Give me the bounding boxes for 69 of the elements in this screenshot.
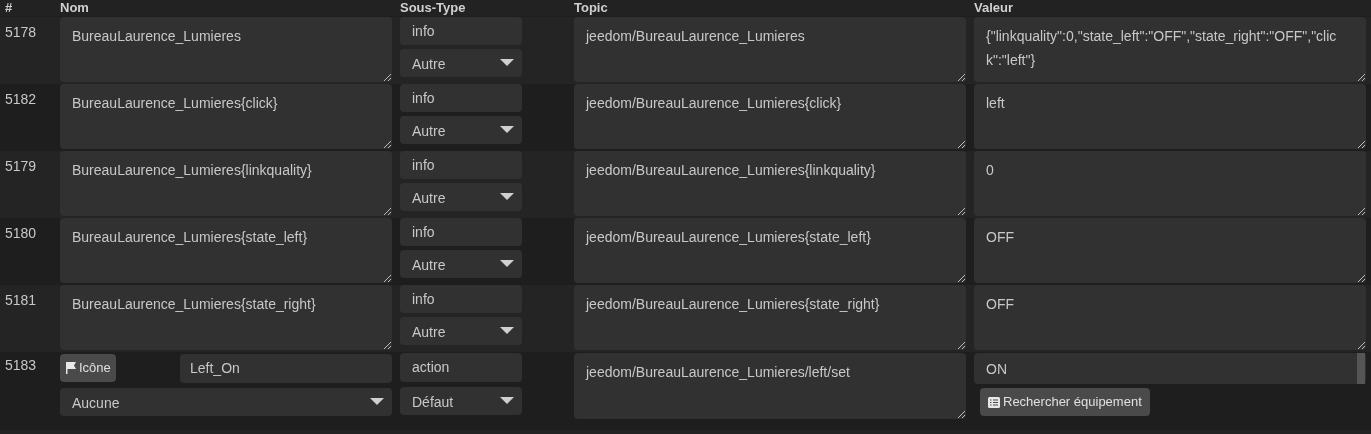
type-field[interactable]: info xyxy=(400,84,522,112)
topic-field[interactable]: jeedom/BureauLaurence_Lumieres{click} xyxy=(574,84,966,149)
resize-handle-icon[interactable] xyxy=(957,140,965,148)
topic-field[interactable]: jeedom/BureauLaurence_Lumieres{linkquality} xyxy=(574,151,966,216)
dropdown-select[interactable]: Autre xyxy=(400,49,522,77)
caret-icon xyxy=(500,126,514,134)
topic-field[interactable]: jeedom/BureauLaurence_Lumieres xyxy=(574,17,966,82)
dropdown-select[interactable]: Autre xyxy=(400,317,522,345)
row-id: 5183 xyxy=(4,356,38,375)
resize-handle-icon[interactable] xyxy=(383,140,391,148)
resize-handle-icon[interactable] xyxy=(383,274,391,282)
topic-field[interactable]: jeedom/BureauLaurence_Lumieres{state_left} xyxy=(574,218,966,283)
name-field[interactable]: Left_On xyxy=(180,354,392,383)
resize-handle-icon[interactable] xyxy=(1357,341,1365,349)
topic-field[interactable]: jeedom/BureauLaurence_Lumieres{state_right} xyxy=(574,285,966,350)
value-field[interactable]: left xyxy=(974,84,1366,149)
resize-handle-icon[interactable] xyxy=(957,274,965,282)
caret-icon xyxy=(500,260,514,268)
type-field[interactable]: info xyxy=(400,17,522,45)
icon-button[interactable]: Icône xyxy=(60,354,116,382)
dropdown-select[interactable]: Défaut xyxy=(400,387,522,415)
dropdown-select[interactable]: Autre xyxy=(400,183,522,211)
caret-icon xyxy=(500,59,514,67)
row-id: 5178 xyxy=(4,23,38,42)
row-id: 5180 xyxy=(4,224,38,243)
type-field[interactable]: info xyxy=(400,151,522,179)
dropdown-select[interactable]: Autre xyxy=(400,116,522,144)
name-field[interactable]: BureauLaurence_Lumieres xyxy=(60,17,392,82)
type-field[interactable]: action xyxy=(400,353,522,382)
name-field[interactable]: BureauLaurence_Lumieres{linkquality} xyxy=(60,151,392,216)
column-header: Topic xyxy=(574,0,609,16)
type-field[interactable]: info xyxy=(400,218,522,246)
topic-field[interactable]: jeedom/BureauLaurence_Lumieres/left/set xyxy=(574,353,966,419)
resize-handle-icon[interactable] xyxy=(957,341,965,349)
resize-handle-icon[interactable] xyxy=(1357,140,1365,148)
value-field[interactable]: OFF xyxy=(974,218,1366,283)
resize-handle-icon[interactable] xyxy=(383,341,391,349)
flag-icon xyxy=(65,362,77,374)
name-field[interactable]: BureauLaurence_Lumieres{click} xyxy=(60,84,392,149)
search-equipment-button[interactable]: Rechercher équipement xyxy=(980,388,1150,416)
resize-handle-icon[interactable] xyxy=(383,207,391,215)
caret-icon xyxy=(500,193,514,201)
value-field[interactable]: 0 xyxy=(974,151,1366,216)
resize-handle-icon[interactable] xyxy=(383,73,391,81)
value-field[interactable]: ON xyxy=(974,353,1366,384)
caret-icon xyxy=(500,327,514,335)
name-field[interactable]: BureauLaurence_Lumieres{state_left} xyxy=(60,218,392,283)
value-field[interactable]: {"linkquality":0,"state_left":"OFF","state_right":"OFF","click":"left"} xyxy=(974,17,1366,82)
row-id: 5182 xyxy=(4,90,38,109)
column-header: Nom xyxy=(60,0,90,16)
row-id: 5181 xyxy=(4,291,38,310)
caret-icon xyxy=(370,398,384,406)
dropdown-select[interactable]: Aucune xyxy=(60,388,392,416)
resize-handle-icon[interactable] xyxy=(957,207,965,215)
resize-handle-icon[interactable] xyxy=(1357,207,1365,215)
dropdown-select[interactable]: Autre xyxy=(400,250,522,278)
row-id: 5179 xyxy=(4,157,38,176)
column-header: Valeur xyxy=(974,0,1014,16)
resize-handle-icon[interactable] xyxy=(1357,274,1365,282)
column-header: # xyxy=(4,0,14,16)
list-icon xyxy=(988,396,1000,408)
name-field[interactable]: BureauLaurence_Lumieres{state_right} xyxy=(60,285,392,350)
type-field[interactable]: info xyxy=(400,285,522,313)
column-header: Sous-Type xyxy=(400,0,467,16)
value-field[interactable]: OFF xyxy=(974,285,1366,350)
resize-handle-icon[interactable] xyxy=(957,73,965,81)
resize-handle-icon[interactable] xyxy=(957,410,965,418)
caret-icon xyxy=(500,397,514,405)
resize-handle-icon[interactable] xyxy=(1357,73,1365,81)
